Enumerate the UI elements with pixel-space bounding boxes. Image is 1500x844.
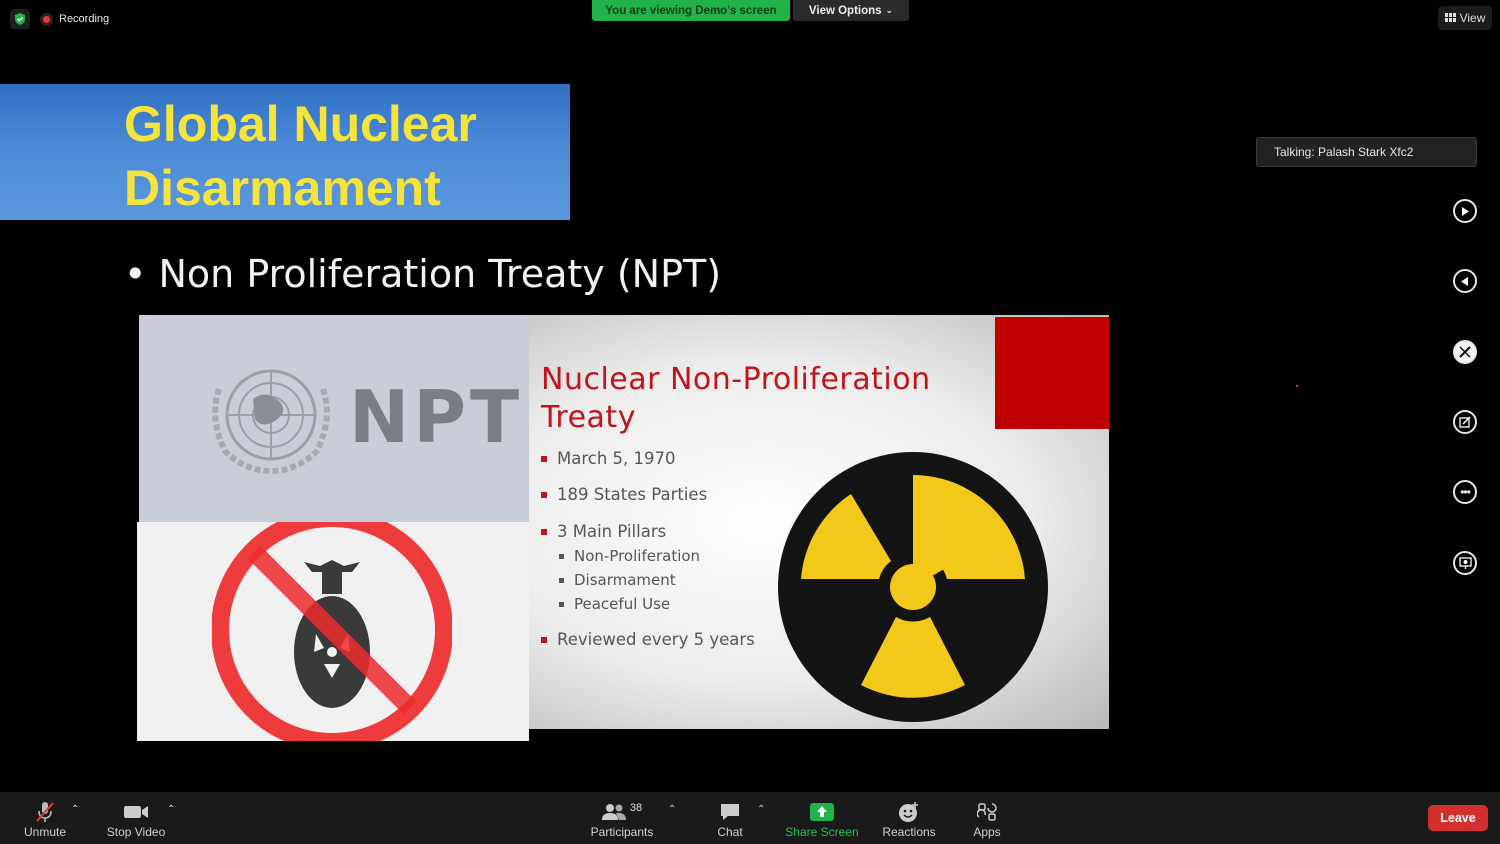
share-screen-button[interactable]: Share Screen [782,792,862,844]
npt-subpoint: Peaceful Use [559,595,670,613]
pen-icon[interactable] [1453,340,1477,364]
slide-title-line2: Disarmament [124,160,441,216]
reactions-label: Reactions [882,825,936,839]
viewing-screen-banner: You are viewing Demo's screen [592,0,790,21]
participants-icon: 38 [601,799,643,825]
no-nukes-image [137,522,529,741]
previous-icon[interactable] [1453,269,1477,293]
presenter-view-icon[interactable] [1453,551,1477,575]
grid-view-icon [1444,11,1456,25]
participants-options-caret-icon[interactable]: ⌃ [668,804,676,815]
radiation-icon [778,452,1048,722]
chat-options-caret-icon[interactable]: ⌃ [757,804,765,815]
apps-label: Apps [973,825,1001,839]
slide-bullet: • Non Proliferation Treaty (NPT) [124,252,721,296]
reactions-button[interactable]: Reactions [879,792,939,844]
npt-subpoint: Disarmament [559,571,676,589]
audio-options-caret-icon[interactable]: ⌃ [71,804,79,815]
recording-label: Recording [59,13,110,25]
npt-point: March 5, 1970 [541,449,676,468]
red-accent-block [995,317,1109,429]
npt-point: Reviewed every 5 years [541,630,755,649]
slide-title: Global Nuclear Disarmament [124,92,477,220]
npt-point: 3 Main Pillars [541,522,666,541]
apps-icon [977,799,997,825]
stop-video-button[interactable]: Stop Video [100,792,172,844]
view-button[interactable]: View [1438,6,1492,30]
npt-heading-line2: Treaty [541,400,636,435]
no-bomb-icon [212,522,452,741]
participants-button[interactable]: 38 Participants [584,792,660,844]
un-npt-logo-image: NPT [139,315,529,522]
npt-point: 189 States Parties [541,485,707,504]
share-screen-label: Share Screen [785,825,859,839]
npt-heading: Nuclear Non-Proliferation Treaty [541,361,931,437]
participants-count: 38 [629,802,643,814]
chat-button[interactable]: Chat [710,792,750,844]
npt-logo-text: NPT [349,375,524,459]
share-screen-icon [810,799,834,825]
npt-summary-image: Nuclear Non-Proliferation Treaty March 5… [529,315,1109,729]
view-options-button[interactable]: View Options ⌄ [793,0,909,21]
more-options-icon[interactable]: ••• [1453,480,1477,504]
meeting-toolbar: Unmute ⌃ Stop Video ⌃ 38 Participants ⌃ … [0,792,1500,844]
un-emblem-icon [212,369,330,474]
unmute-label: Unmute [23,825,67,839]
pointer-dot [1296,385,1298,387]
participants-label: Participants [590,825,654,839]
view-label: View [1459,11,1486,25]
npt-subpoint: Non-Proliferation [559,547,700,565]
security-shield-icon[interactable] [10,9,30,29]
stop-video-label: Stop Video [106,825,166,839]
recording-indicator[interactable]: Recording [40,9,109,29]
chevron-down-icon: ⌄ [885,5,894,15]
apps-button[interactable]: Apps [967,792,1007,844]
video-camera-icon [123,799,149,825]
chat-label: Chat [717,825,743,839]
bullet-dot: • [124,252,159,296]
view-options-label: View Options [808,4,882,17]
play-icon[interactable] [1453,199,1477,223]
npt-heading-line1: Nuclear Non-Proliferation [541,362,931,397]
edit-icon[interactable] [1453,410,1477,434]
unmute-button[interactable]: Unmute [18,792,72,844]
slide-bullet-text: Non Proliferation Treaty (NPT) [158,252,722,296]
video-options-caret-icon[interactable]: ⌃ [167,804,175,815]
muted-mic-icon [34,799,56,825]
recording-icon [40,12,53,26]
talking-indicator: Talking: Palash Stark Xfc2 [1256,137,1477,167]
leave-button[interactable]: Leave [1428,805,1488,831]
slide-title-banner: Global Nuclear Disarmament [0,84,570,220]
chat-bubble-icon [719,799,741,825]
reactions-smiley-icon [898,799,920,825]
slide-title-line1: Global Nuclear [124,96,477,152]
